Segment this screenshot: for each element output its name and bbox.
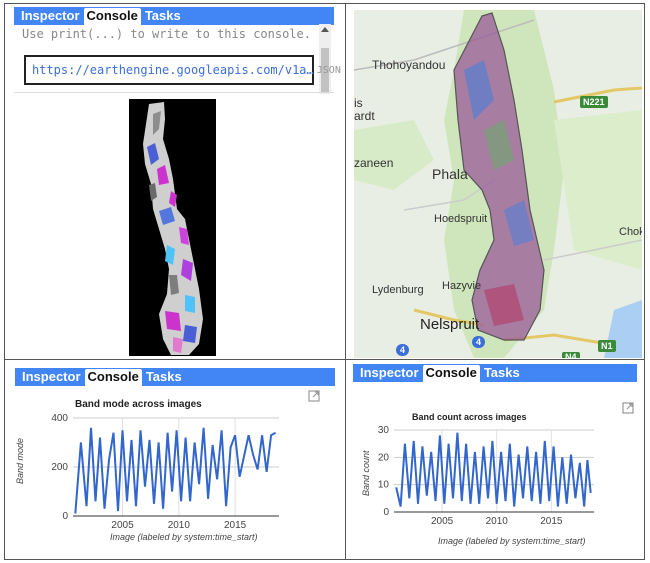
map-panel[interactable]: Thohoyandou is ardt zaneen Phala Hoedspr… <box>354 10 642 358</box>
map-label-thohoyandou: Thohoyandou <box>372 58 446 72</box>
figure-grid: Inspector Console Tasks Use print(...) t… <box>4 3 645 560</box>
console-panel-count: Inspector Console Tasks Band count acros… <box>346 360 645 560</box>
classification-thumbnail <box>129 99 216 356</box>
band-mode-chart: 0 200 400 2005 2010 2015 <box>51 413 279 531</box>
map-label-phala: Phala <box>432 166 468 182</box>
tab-tasks[interactable]: Tasks <box>143 369 185 385</box>
x-tick-label: 2015 <box>540 516 563 527</box>
tab-console[interactable]: Console <box>83 8 141 25</box>
console-bottom-border <box>14 92 334 93</box>
scroll-up-icon[interactable] <box>321 27 329 32</box>
series-line <box>395 432 592 507</box>
x-tick-label: 2005 <box>431 516 454 527</box>
y-tick-label: 30 <box>378 425 390 436</box>
map-label-zaneen: zaneen <box>354 156 394 170</box>
map-label-nelspruit: Nelspruit <box>420 316 480 333</box>
chart-title: Band mode across images <box>75 399 202 410</box>
y-tick-label: 200 <box>51 462 68 473</box>
x-tick-label: 2010 <box>486 516 509 527</box>
x-tick-label: 2015 <box>224 520 247 531</box>
console-hint: Use print(...) to write to this console. <box>22 27 311 41</box>
tab-console[interactable]: Console <box>422 365 480 382</box>
map-label-is: is <box>354 96 363 110</box>
tab-console[interactable]: Console <box>84 369 142 386</box>
json-tag[interactable]: JSON <box>317 65 341 76</box>
chart-title: Band count across images <box>412 412 527 422</box>
map-label-ardt: ardt <box>354 109 375 123</box>
x-tick-label: 2005 <box>111 520 134 531</box>
band-count-chart: 0 10 20 30 2005 2010 2015 <box>378 425 594 527</box>
tab-inspector[interactable]: Inspector <box>357 365 422 381</box>
road-shield-n1: N1 <box>598 340 616 352</box>
tab-inspector[interactable]: Inspector <box>19 369 84 385</box>
y-tick-label: 10 <box>378 480 390 491</box>
tab-bar: Inspector Console Tasks <box>15 368 335 386</box>
tab-tasks[interactable]: Tasks <box>481 365 523 381</box>
series-line <box>74 427 277 514</box>
console-panel-top: Inspector Console Tasks Use print(...) t… <box>5 4 345 359</box>
road-shield-n4: N4 <box>562 352 580 358</box>
x-axis-label: Image (labeled by system:time_start) <box>438 536 586 546</box>
x-axis-label: Image (labeled by system:time_start) <box>110 532 258 542</box>
y-axis-label: Band mode <box>15 437 25 484</box>
console-panel-mode: Inspector Console Tasks Band mode across… <box>5 360 345 560</box>
map-label-hazyview: Hazyvie <box>442 280 482 292</box>
y-tick-label: 20 <box>378 452 390 463</box>
map-label-hoedspruit: Hoedspruit <box>434 213 488 225</box>
x-tick-label: 2010 <box>168 520 191 531</box>
url-output[interactable]: https://earthengine.googleapis.com/v1a… … <box>24 55 341 85</box>
road-shield-r4b: 4 <box>396 344 410 356</box>
map-label-lydenburg: Lydenburg <box>372 284 424 296</box>
tab-tasks[interactable]: Tasks <box>142 8 184 24</box>
console-scrollbar[interactable] <box>319 24 331 94</box>
tab-bar: Inspector Console Tasks <box>353 364 637 382</box>
map-label-chok: Chok <box>619 226 642 238</box>
tab-bar: Inspector Console Tasks <box>14 7 334 25</box>
tab-inspector[interactable]: Inspector <box>18 8 83 24</box>
y-tick-label: 400 <box>51 413 68 424</box>
road-shield-r4a: 4 <box>472 336 486 348</box>
y-tick-label: 0 <box>62 511 68 522</box>
open-in-new-window-icon[interactable] <box>308 390 320 402</box>
url-link[interactable]: https://earthengine.googleapis.com/v1a… <box>32 63 314 77</box>
y-tick-label: 0 <box>383 507 389 518</box>
open-in-new-window-icon[interactable] <box>622 402 634 414</box>
road-shield-n221: N221 <box>580 96 608 108</box>
